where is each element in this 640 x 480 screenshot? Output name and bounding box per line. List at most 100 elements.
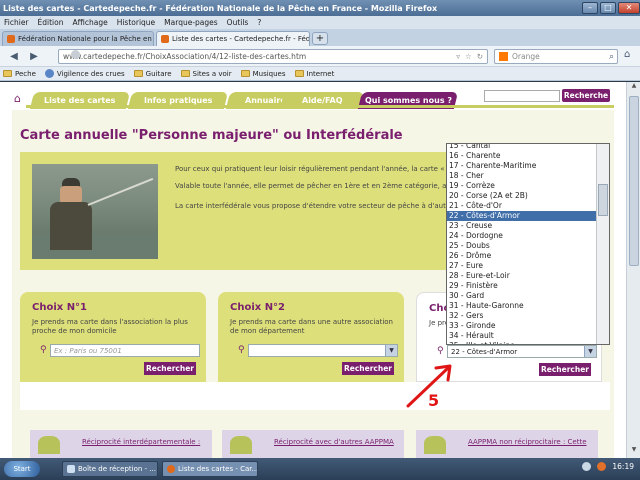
scroll-up-icon[interactable]: ▲ bbox=[627, 82, 640, 94]
search-choice-2-button[interactable]: Rechercher bbox=[342, 362, 394, 375]
menu-edition[interactable]: Édition bbox=[38, 18, 64, 27]
folder-icon bbox=[294, 70, 304, 77]
chevron-down-icon[interactable]: ▼ bbox=[584, 346, 596, 357]
dropdown-option[interactable]: 30 - Gard bbox=[447, 291, 597, 301]
promo-link[interactable]: Réciprocité avec d'autres AAPPMA bbox=[274, 438, 394, 446]
dropdown-option[interactable]: 31 - Haute-Garonne bbox=[447, 301, 597, 311]
dropdown-option[interactable]: 23 - Creuse bbox=[447, 221, 597, 231]
new-tab-button[interactable]: + bbox=[312, 32, 328, 45]
dropdown-option[interactable]: 35 - Ille-et-Vilaine bbox=[447, 341, 597, 344]
search-choice-3-button[interactable]: Rechercher bbox=[539, 363, 591, 376]
menu-affichage[interactable]: Affichage bbox=[72, 18, 107, 27]
dropdown-option[interactable]: 21 - Côte-d'Or bbox=[447, 201, 597, 211]
department-select-2[interactable]: ▼ bbox=[248, 344, 398, 357]
key-icon: ⚲ bbox=[437, 346, 444, 356]
taskbar-item-firefox[interactable]: Liste des cartes - Car... bbox=[162, 461, 258, 477]
dropdown-scrollbar[interactable] bbox=[596, 144, 609, 344]
dropdown-option[interactable]: 19 - Corrèze bbox=[447, 181, 597, 191]
nav-label: Infos pratiques bbox=[143, 96, 213, 105]
search-icon[interactable]: ⌕ bbox=[609, 52, 614, 62]
menu-outils[interactable]: Outils bbox=[227, 18, 249, 27]
bookmark-sites[interactable]: Sites a voir bbox=[180, 70, 232, 78]
mail-app-icon bbox=[67, 465, 75, 473]
bookmark-label: Vigilence des crues bbox=[56, 69, 125, 78]
reload-icon[interactable]: ↻ bbox=[477, 52, 483, 61]
nav-underline bbox=[26, 105, 614, 108]
dropdown-option[interactable]: 17 - Charente-Maritime bbox=[447, 161, 597, 171]
taskbar-item-mail[interactable]: Boîte de réception - ... bbox=[62, 461, 158, 477]
menu-historique[interactable]: Historique bbox=[117, 18, 155, 27]
scrollbar-thumb[interactable] bbox=[629, 96, 639, 266]
promo-link[interactable]: AAPPMA non réciprocitaire : Cette bbox=[468, 438, 587, 446]
bookmark-label: Guitare bbox=[145, 69, 172, 78]
menu-aide[interactable]: ? bbox=[257, 18, 261, 27]
menu-fichier[interactable]: Fichier bbox=[4, 18, 29, 27]
folder-icon bbox=[3, 70, 12, 77]
promo-link[interactable]: Réciprocité interdépartementale : bbox=[82, 438, 200, 446]
history-dropdown-icon[interactable]: ▿ bbox=[456, 52, 460, 61]
dropdown-scrollbar-thumb[interactable] bbox=[598, 184, 608, 216]
bookmark-vigilence[interactable]: Vigilence des crues bbox=[44, 69, 125, 78]
dropdown-option[interactable]: 26 - Drôme bbox=[447, 251, 597, 261]
home-icon[interactable]: ⌂ bbox=[624, 49, 630, 60]
site-search-button[interactable]: Recherche bbox=[562, 89, 610, 102]
dropdown-option[interactable]: 22 - Côtes-d'Armor bbox=[447, 211, 597, 221]
dropdown-option[interactable]: 15 - Cantal bbox=[447, 144, 597, 151]
department-select-3[interactable]: 22 - Côtes-d'Armor ▼ bbox=[447, 345, 597, 358]
taskbar-label: Liste des cartes - Car... bbox=[178, 465, 258, 473]
maximize-icon[interactable]: □ bbox=[600, 2, 616, 14]
dropdown-option[interactable]: 28 - Eure-et-Loir bbox=[447, 271, 597, 281]
region-map-icon bbox=[424, 436, 446, 454]
key-icon: ⚲ bbox=[40, 345, 47, 355]
dropdown-option[interactable]: 32 - Gers bbox=[447, 311, 597, 321]
tab-label: Liste des cartes - Cartedepeche.fr - Féd… bbox=[172, 35, 310, 43]
scroll-down-icon[interactable]: ▼ bbox=[627, 446, 640, 458]
search-engine-icon[interactable] bbox=[499, 52, 508, 61]
minimize-icon[interactable]: – bbox=[582, 2, 598, 14]
page-scrollbar[interactable]: ▲ ▼ bbox=[626, 82, 640, 458]
select-value: 22 - Côtes-d'Armor bbox=[451, 348, 518, 356]
nav-label: Annuaire bbox=[244, 96, 286, 105]
firefox-tray-icon[interactable] bbox=[597, 462, 607, 471]
dropdown-option[interactable]: 34 - Hérault bbox=[447, 331, 597, 341]
dropdown-option[interactable]: 25 - Doubs bbox=[447, 241, 597, 251]
search-choice-1-button[interactable]: Rechercher bbox=[144, 362, 196, 375]
key-icon: ⚲ bbox=[238, 345, 245, 355]
dropdown-option[interactable]: 29 - Finistère bbox=[447, 281, 597, 291]
choice-1-panel: Choix N°1 Je prends ma carte dans l'asso… bbox=[20, 292, 206, 382]
dropdown-option[interactable]: 16 - Charente bbox=[447, 151, 597, 161]
bookmark-internet[interactable]: Internet bbox=[294, 70, 334, 78]
dropdown-option[interactable]: 27 - Eure bbox=[447, 261, 597, 271]
dropdown-option[interactable]: 18 - Cher bbox=[447, 171, 597, 181]
bookmark-star-icon[interactable]: ☆ bbox=[465, 52, 472, 61]
dropdown-option[interactable]: 33 - Gironde bbox=[447, 321, 597, 331]
tab-federation[interactable]: Fédération Nationale pour la Pêche en Fr… bbox=[2, 31, 154, 46]
close-icon[interactable]: ✕ bbox=[618, 2, 640, 14]
chevron-down-icon[interactable]: ▼ bbox=[385, 345, 397, 356]
network-icon[interactable] bbox=[582, 462, 592, 471]
choice-2-panel: Choix N°2 Je prends ma carte dans une au… bbox=[218, 292, 404, 382]
tab-liste-des-cartes[interactable]: Liste des cartes - Cartedepeche.fr - Féd… bbox=[156, 31, 310, 46]
back-arrow-icon[interactable]: ◀ bbox=[6, 49, 22, 64]
choice-title: Choix N°1 bbox=[32, 302, 88, 313]
home-icon[interactable]: ⌂ bbox=[14, 92, 21, 105]
promo-reciprocite-aappma: Réciprocité avec d'autres AAPPMA bbox=[222, 430, 404, 458]
department-dropdown-list[interactable]: 15 - Cantal 16 - Charente 17 - Charente-Ma… bbox=[446, 143, 610, 345]
dropdown-option[interactable]: 24 - Dordogne bbox=[447, 231, 597, 241]
search-input[interactable]: Orange ⌕ bbox=[494, 49, 618, 64]
bookmark-peche[interactable]: Peche bbox=[3, 70, 36, 78]
start-button[interactable]: Start bbox=[4, 461, 40, 477]
bookmark-musiques[interactable]: Musiques bbox=[240, 70, 286, 78]
bookmark-guitare[interactable]: Guitare bbox=[133, 69, 172, 78]
menu-marque-pages[interactable]: Marque-pages bbox=[164, 18, 218, 27]
city-postcode-input[interactable]: Ex : Paris ou 75001 bbox=[50, 344, 200, 357]
content-divider bbox=[20, 382, 610, 410]
window-title: Liste des cartes - Cartedepeche.fr - Féd… bbox=[3, 3, 438, 13]
forward-arrow-icon[interactable]: ▶ bbox=[26, 49, 42, 64]
site-nav: ⌂ Liste des cartes Infos pratiques Annua… bbox=[12, 86, 614, 109]
address-bar[interactable]: www.cartedepeche.fr/ChoixAssociation/4/1… bbox=[58, 49, 488, 64]
site-identity-icon[interactable] bbox=[71, 50, 80, 59]
nav-label: Qui sommes nous ? bbox=[364, 96, 452, 105]
dropdown-option[interactable]: 20 - Corse (2A et 2B) bbox=[447, 191, 597, 201]
site-search-input[interactable] bbox=[484, 90, 560, 102]
